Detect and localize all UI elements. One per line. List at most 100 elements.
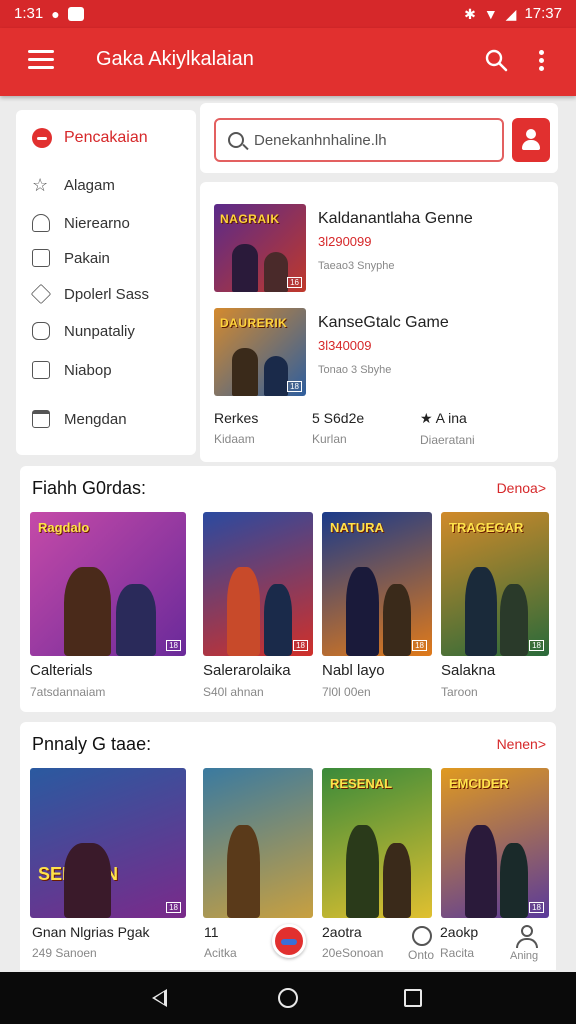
game-name: Gnan Nlgrias Pgak	[32, 924, 150, 940]
game-card[interactable]: 18 Salerarolaika S40l ahnan	[203, 512, 313, 699]
art-title: EMCIDER	[449, 776, 509, 791]
account-label: Aning	[510, 950, 539, 962]
sidebar-item-alagam[interactable]: ☆ Alagam	[32, 176, 115, 194]
sidebar-item-label: Dpolerl Sass	[64, 285, 150, 303]
game-meta: Taroon	[441, 685, 478, 699]
game-name: 11	[204, 924, 219, 940]
thumbnail-title: NAGRAIK	[220, 212, 280, 226]
game-name: 2aokp	[440, 924, 479, 940]
sidebar: Pencakaian ☆ Alagam Nierearno Pakain Dpo…	[16, 110, 196, 455]
stat-label: Kidaam	[214, 432, 255, 446]
system-navigation-bar	[0, 972, 576, 1024]
game-name: 2aotra	[322, 924, 362, 940]
fresh-games-section: Fiahh G0rdas: Denoa> Ragdalo 18 Calteria…	[20, 466, 556, 712]
game-card[interactable]	[203, 768, 313, 918]
sidebar-item-pakain[interactable]: Pakain	[32, 249, 110, 267]
back-icon[interactable]	[152, 989, 167, 1007]
sidebar-item-label: Niabop	[64, 361, 112, 379]
search-icon	[228, 132, 244, 148]
recent-apps-icon[interactable]	[404, 989, 422, 1007]
game-card[interactable]: NATURA 18 Nabl layo 7l0l 00en	[322, 512, 432, 699]
clock-icon[interactable]	[412, 926, 432, 946]
section-title: Fiahh G0rdas:	[32, 478, 147, 498]
game-card[interactable]: TRAGEGAR 18 Salakna Taroon	[441, 512, 549, 699]
star-outline-icon: ☆	[32, 175, 49, 195]
sidebar-header[interactable]: Pencakaian	[32, 128, 148, 148]
game-card[interactable]: SENEAIN 18	[30, 768, 186, 918]
game-art: EMCIDER 18	[441, 768, 549, 918]
stat-item: Rerkes Kidaam	[214, 410, 258, 446]
edit-icon	[32, 361, 50, 379]
art-title: TRAGEGAR	[449, 520, 524, 535]
game-card[interactable]: EMCIDER 18	[441, 768, 549, 918]
triangle-icon	[32, 214, 50, 232]
search-card: Denekanhnhaline.lh	[200, 103, 558, 173]
art-title: NATURA	[330, 520, 384, 535]
game-thumbnail: NAGRAIK 16	[214, 204, 306, 292]
user-icon	[526, 129, 536, 139]
game-card-caption[interactable]: Gnan Nlgrias Pgak 249 Sanoen	[32, 924, 150, 960]
art-title: RESENAL	[330, 776, 393, 791]
status-time-right: 17:37	[524, 5, 562, 22]
sidebar-item-dpolerl-sass[interactable]: Dpolerl Sass	[30, 283, 150, 305]
game-card[interactable]: Ragdalo 18 Calterials 7atsdannaiam	[30, 512, 186, 699]
game-art: RESENAL	[322, 768, 432, 918]
search-icon[interactable]	[484, 48, 508, 72]
home-icon[interactable]	[278, 988, 298, 1008]
stat-item: 5 S6d2e Kurlan	[312, 410, 364, 446]
stat-value: Rerkes	[214, 410, 259, 426]
game-name: Calterials	[30, 662, 93, 679]
sidebar-header-label: Pencakaian	[64, 129, 148, 146]
game-meta: S40l ahnan	[203, 685, 264, 699]
featured-item[interactable]: NAGRAIK 16 Kaldanantlaha Genne 3l290099 …	[214, 204, 544, 294]
notification-icon	[67, 6, 84, 21]
vpn-icon: ●	[51, 5, 60, 22]
sidebar-item-nierearno[interactable]: Nierearno	[32, 214, 130, 232]
game-art: Ragdalo 18	[30, 512, 186, 656]
menu-icon[interactable]	[28, 50, 54, 70]
sidebar-item-label: Nierearno	[64, 214, 130, 232]
diamond-icon	[30, 283, 52, 305]
profile-button[interactable]	[512, 118, 550, 162]
game-name: Salakna	[441, 662, 496, 679]
game-meta: Racita	[440, 946, 475, 960]
sidebar-item-label: Mengdan	[64, 410, 127, 428]
search-category-icon	[32, 128, 52, 148]
game-art: SENEAIN 18	[30, 768, 186, 918]
puzzle-icon	[32, 322, 50, 340]
game-art: 18	[203, 512, 313, 656]
status-time-left: 1:31	[14, 5, 44, 22]
sidebar-item-nunpataliy[interactable]: Nunpataliy	[32, 322, 135, 340]
account-icon[interactable]	[514, 924, 540, 950]
game-meta: Taeao3 Snyphe	[318, 260, 395, 272]
game-card[interactable]: RESENAL	[322, 768, 432, 918]
game-card-caption[interactable]: 11 Acitka	[204, 924, 237, 960]
sidebar-item-niabop[interactable]: Niabop	[32, 361, 112, 379]
game-art: NATURA 18	[322, 512, 432, 656]
game-card-caption[interactable]: 2aokp Racita	[440, 924, 478, 960]
signal-icon: ◢	[505, 5, 517, 22]
search-input[interactable]: Denekanhnhaline.lh	[214, 118, 504, 162]
sidebar-item-label: Pakain	[64, 249, 110, 267]
art-title: Ragdalo	[38, 520, 90, 535]
featured-item[interactable]: DAURERIK 18 KanseGtalc Game 3l340009 Ton…	[214, 308, 544, 398]
stat-value: ★ A ina	[420, 410, 467, 426]
game-name: Salerarolaika	[203, 662, 291, 679]
game-meta: 7l0l 00en	[322, 685, 371, 699]
sidebar-item-label: Alagam	[64, 176, 115, 194]
more-options-icon[interactable]	[536, 48, 546, 72]
see-more-link[interactable]: Denoa>	[497, 480, 546, 496]
play-fab-button[interactable]	[272, 924, 306, 958]
game-meta: Tonao 3 Sbyhe	[318, 364, 392, 376]
bluetooth-icon: ✱	[464, 5, 476, 22]
thumbnail-title: DAURERIK	[220, 316, 288, 330]
clock-label: Onto	[408, 948, 435, 962]
window-icon	[32, 410, 50, 428]
see-more-link[interactable]: Nenen>	[497, 736, 546, 752]
sidebar-item-mengdan[interactable]: Mengdan	[32, 410, 127, 428]
game-thumbnail: DAURERIK 18	[214, 308, 306, 396]
game-card-caption[interactable]: 2aotra 20eSonoan	[322, 924, 383, 960]
game-meta: Acitka	[204, 946, 237, 960]
game-meta: 249 Sanoen	[32, 946, 97, 960]
game-art	[203, 768, 313, 918]
